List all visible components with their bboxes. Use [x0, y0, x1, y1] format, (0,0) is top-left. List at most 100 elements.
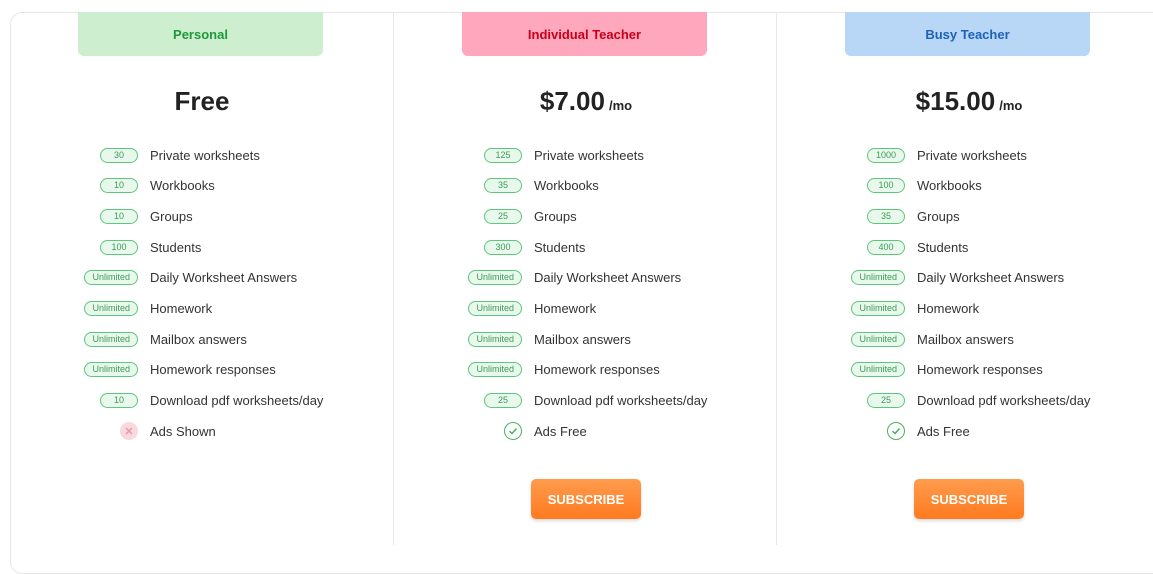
quota-badge: Unlimited	[851, 362, 905, 378]
feature-label: Groups	[917, 208, 960, 224]
subscribe-button[interactable]: SUBSCRIBE	[531, 479, 641, 519]
quota-badge: Unlimited	[851, 301, 905, 316]
feature-label: Students	[534, 239, 586, 255]
feature-row: Unlimited Daily Worksheet Answers	[10, 268, 394, 288]
feature-label: Homework responses	[150, 362, 276, 378]
feature-row: Unlimited Homework	[777, 299, 1153, 319]
feature-indicator: Unlimited	[468, 331, 522, 347]
feature-indicator: 100	[867, 178, 905, 194]
feature-label: Students	[917, 239, 969, 255]
feature-row: 100 Workbooks	[777, 176, 1153, 196]
feature-label: Homework responses	[534, 362, 660, 378]
feature-row: 400 Students	[777, 237, 1153, 257]
quota-badge: 35	[867, 208, 905, 224]
feature-row: Unlimited Mailbox answers	[394, 329, 778, 349]
feature-row: ✕ Ads Shown	[10, 421, 394, 441]
quota-badge: 10	[100, 208, 138, 224]
feature-label: Ads Shown	[150, 423, 216, 439]
feature-indicator	[504, 422, 522, 441]
feature-label: Groups	[534, 208, 577, 224]
quota-badge: Unlimited	[84, 301, 138, 316]
quota-badge: Unlimited	[468, 331, 522, 347]
plan-column: Individual Teacher $7.00/mo 125 Private wor…	[393, 12, 778, 545]
feature-indicator: Unlimited	[84, 362, 138, 378]
quota-badge: 400	[867, 239, 905, 255]
feature-label: Ads Free	[917, 423, 970, 439]
feature-label: Daily Worksheet Answers	[917, 270, 1065, 286]
plan-price: $15.00	[915, 86, 996, 116]
quota-badge: 25	[484, 393, 522, 409]
feature-row: 100 Students	[10, 237, 394, 257]
feature-label: Mailbox answers	[917, 331, 1014, 347]
feature-label: Workbooks	[150, 178, 215, 194]
feature-label: Homework	[150, 301, 213, 316]
feature-row: Unlimited Homework	[394, 299, 778, 319]
quota-badge: Unlimited	[84, 270, 138, 286]
feature-row: 10 Groups	[10, 206, 394, 226]
feature-indicator: 25	[867, 393, 905, 409]
feature-row: Unlimited Homework responses	[10, 360, 394, 380]
feature-label: Private worksheets	[534, 147, 644, 163]
feature-indicator: 10	[100, 208, 138, 224]
feature-row: Unlimited Daily Worksheet Answers	[394, 268, 778, 288]
feature-row: Unlimited Daily Worksheet Answers	[777, 268, 1153, 288]
plan-price-row: Free	[10, 86, 394, 117]
feature-indicator: 25	[484, 208, 522, 224]
feature-indicator: 1000	[867, 147, 905, 163]
feature-row: 10 Download pdf worksheets/day	[10, 391, 394, 411]
plan-price-row: $7.00/mo	[394, 86, 778, 117]
feature-indicator: 30	[100, 147, 138, 163]
feature-indicator: Unlimited	[84, 270, 138, 286]
quota-badge: Unlimited	[84, 362, 138, 378]
feature-label: Groups	[150, 208, 193, 224]
plan-name: Personal	[78, 12, 323, 56]
feature-indicator: Unlimited	[851, 301, 905, 316]
quota-badge: 10	[100, 393, 138, 409]
check-circle-icon	[504, 422, 522, 441]
feature-label: Download pdf worksheets/day	[534, 393, 708, 409]
quota-badge: 30	[100, 147, 138, 163]
feature-indicator: Unlimited	[851, 362, 905, 378]
plan-price: $7.00	[539, 86, 605, 116]
feature-label: Download pdf worksheets/day	[917, 393, 1091, 409]
feature-indicator: 10	[100, 178, 138, 194]
feature-label: Students	[150, 239, 202, 255]
check-circle-icon	[887, 422, 905, 441]
feature-indicator: 300	[484, 239, 522, 255]
feature-label: Homework responses	[917, 362, 1043, 378]
feature-indicator: Unlimited	[851, 331, 905, 347]
feature-row: 35 Workbooks	[394, 176, 778, 196]
feature-row: Unlimited Homework responses	[394, 360, 778, 380]
feature-indicator	[887, 422, 905, 441]
feature-label: Mailbox answers	[534, 331, 631, 347]
feature-indicator: 25	[484, 393, 522, 409]
quota-badge: Unlimited	[851, 270, 905, 286]
x-circle-icon: ✕	[120, 422, 138, 441]
feature-row: 25 Groups	[394, 206, 778, 226]
feature-indicator: 125	[484, 147, 522, 163]
price-period: /mo	[608, 98, 633, 113]
quota-badge: 25	[867, 393, 905, 409]
quota-badge: 35	[484, 178, 522, 194]
quota-badge: 100	[867, 178, 905, 194]
feature-indicator: 35	[484, 178, 522, 194]
feature-indicator: Unlimited	[851, 270, 905, 286]
subscribe-button[interactable]: SUBSCRIBE	[914, 479, 1024, 519]
quota-badge: Unlimited	[468, 270, 522, 286]
feature-indicator: Unlimited	[84, 331, 138, 347]
quota-badge: 25	[484, 208, 522, 224]
feature-row: 25 Download pdf worksheets/day	[394, 391, 778, 411]
quota-badge: 125	[484, 147, 522, 163]
quota-badge: 300	[484, 239, 522, 255]
feature-label: Download pdf worksheets/day	[150, 393, 324, 409]
feature-row: Unlimited Homework	[10, 299, 394, 319]
feature-indicator: ✕	[120, 422, 138, 441]
quota-badge: Unlimited	[468, 362, 522, 378]
price-period: /mo	[999, 98, 1023, 113]
feature-indicator: Unlimited	[468, 270, 522, 286]
feature-row: Unlimited Mailbox answers	[777, 329, 1153, 349]
quota-badge: 10	[100, 178, 138, 194]
plan-name: Individual Teacher	[462, 12, 707, 56]
feature-row: Ads Free	[394, 421, 778, 441]
feature-indicator: Unlimited	[84, 301, 138, 316]
